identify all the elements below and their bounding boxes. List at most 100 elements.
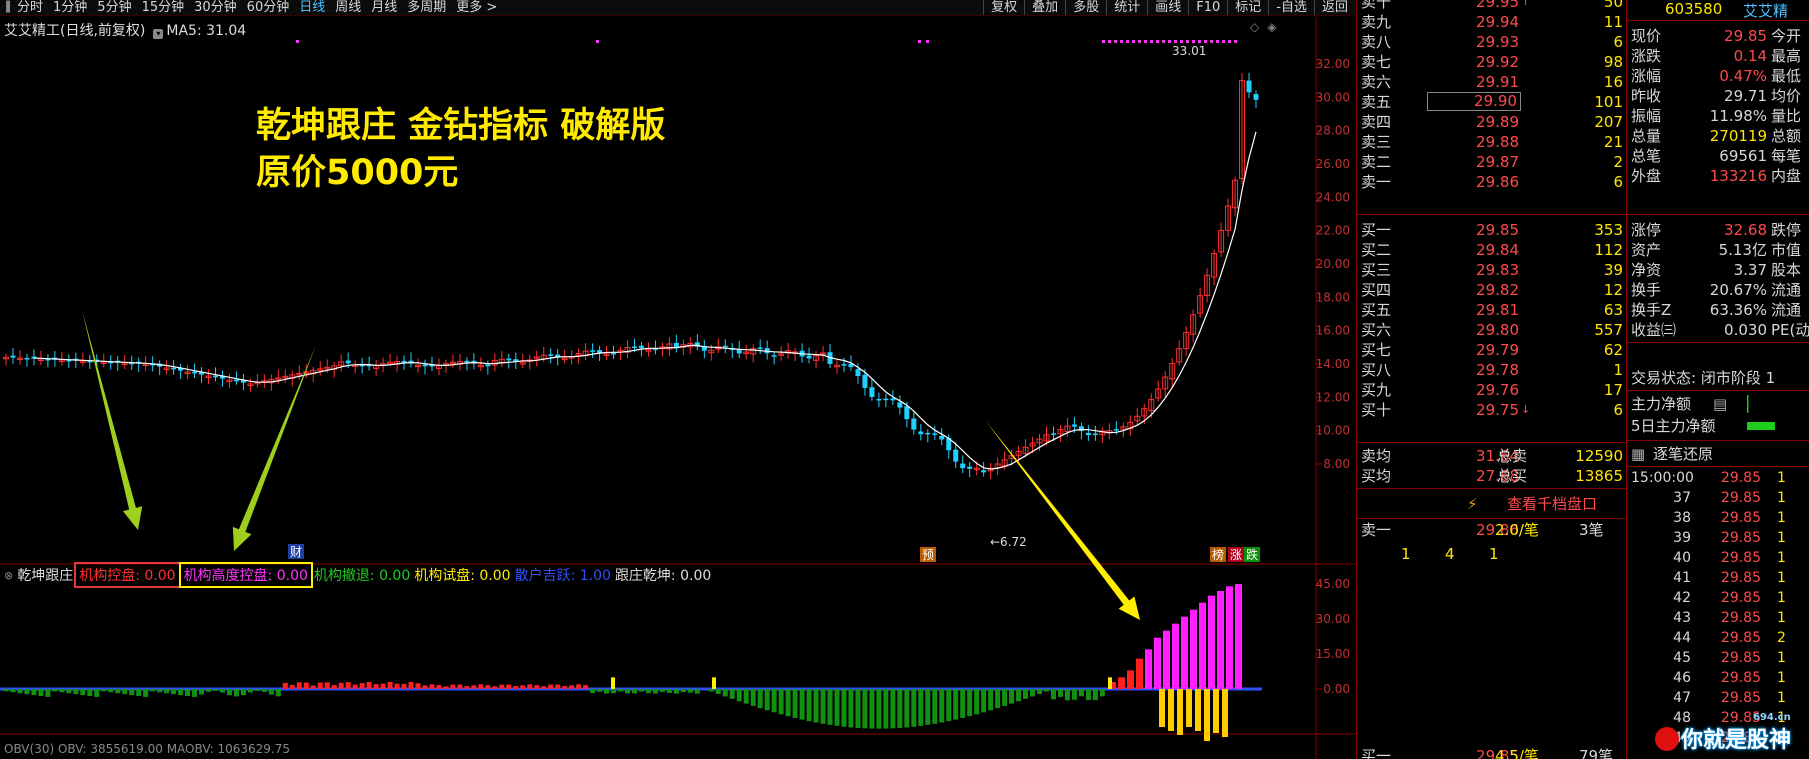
ask-row-4-price: 29.91 xyxy=(1476,73,1519,91)
info-sep-0 xyxy=(1627,20,1809,21)
bid-row-0-label: 买一 xyxy=(1361,221,1392,239)
indicator-bar xyxy=(771,689,777,713)
low-price-label: ←6.72 xyxy=(990,535,1027,549)
toolbar-button-7[interactable]: -自选 xyxy=(1268,0,1314,15)
marker-cai[interactable]: 财 xyxy=(290,545,302,559)
tick-price: 29.85 xyxy=(1720,590,1761,606)
bid-row-6[interactable]: 买七 29.79 62 xyxy=(1357,340,1626,360)
period-tab-2[interactable]: 5分钟 xyxy=(92,0,136,15)
signal-dot xyxy=(1114,40,1117,43)
indicator-bar xyxy=(443,686,449,689)
period-tab-9[interactable]: 多周期 xyxy=(402,0,451,15)
period-tab-6[interactable]: 日线 xyxy=(294,0,330,15)
bid-row-7[interactable]: 买八 29.78 1 xyxy=(1357,360,1626,380)
indicator-bar xyxy=(869,689,875,729)
toolbar-button-8[interactable]: 返回 xyxy=(1313,0,1355,15)
period-tab-8[interactable]: 月线 xyxy=(366,0,402,15)
candle-body xyxy=(485,364,491,367)
bid-row-8-label: 买九 xyxy=(1361,381,1392,399)
indicator-bar xyxy=(66,689,72,694)
ma-toggle-icon[interactable]: ▾ xyxy=(153,29,164,39)
indicator-bar xyxy=(52,689,58,692)
info-sep-4 xyxy=(1627,440,1809,441)
info-row2-0-label: 涨停 xyxy=(1631,221,1662,239)
indicator-bar xyxy=(925,689,931,725)
queue-value: 1 xyxy=(1489,545,1499,563)
bid-row-2-volume: 39 xyxy=(1603,261,1623,279)
bid-row-1[interactable]: 买二 29.84 112 xyxy=(1357,240,1626,260)
indicator-bar xyxy=(352,684,358,689)
ask-row-0-label: 卖十 xyxy=(1361,0,1392,11)
period-tab-1[interactable]: 1分钟 xyxy=(48,0,92,15)
indicator-bar xyxy=(583,685,589,689)
bid-row-9[interactable]: 买十 29.75 ↓ 6 xyxy=(1357,400,1626,420)
toolbar-button-6[interactable]: 标记 xyxy=(1227,0,1268,15)
info-sep-1 xyxy=(1627,214,1809,215)
toolbar-button-5[interactable]: F10 xyxy=(1188,0,1227,15)
indicator-tick-label: 30.00 xyxy=(1316,612,1350,626)
toolbar-button-2[interactable]: 多股 xyxy=(1065,0,1106,15)
marker-die[interactable]: 跌 xyxy=(1246,547,1258,562)
bid-row-2[interactable]: 买三 29.83 39 xyxy=(1357,260,1626,280)
ask-row-6-price: 29.89 xyxy=(1476,113,1519,131)
ask-row-2-volume: 6 xyxy=(1613,33,1623,51)
signal-dot xyxy=(1234,40,1237,43)
ask-row-9[interactable]: 卖一 29.86 6 xyxy=(1357,172,1626,192)
toolbar-button-4[interactable]: 画线 xyxy=(1147,0,1188,15)
marker-yu[interactable]: 预 xyxy=(922,548,934,562)
marker-zhang[interactable]: 涨 xyxy=(1230,547,1242,562)
period-tab-5[interactable]: 60分钟 xyxy=(242,0,295,15)
indicator-bar xyxy=(317,682,323,689)
thousand-level-button[interactable]: ⚡ 查看千档盘口 xyxy=(1357,494,1626,514)
info-row-2-value: 0.47% xyxy=(1719,67,1767,85)
candle-body xyxy=(422,364,428,367)
bid-row-0[interactable]: 买一 29.85 353 xyxy=(1357,220,1626,240)
ask-row-4[interactable]: 卖六 29.91 16 xyxy=(1357,72,1626,92)
ask-row-5[interactable]: 卖五 29.90 101 xyxy=(1357,92,1626,112)
toolbar-grip-icon[interactable]: ▐ xyxy=(0,1,12,15)
period-tab-4[interactable]: 30分钟 xyxy=(189,0,242,15)
period-tab-7[interactable]: 周线 xyxy=(330,0,366,15)
indicator-bar xyxy=(631,689,637,694)
ask-row-0[interactable]: 卖十 29.95 ↑ 50 xyxy=(1357,0,1626,12)
period-tab-0[interactable]: 分时 xyxy=(12,0,48,15)
main-net-icon[interactable]: ▤ xyxy=(1713,394,1727,414)
kline-chart[interactable]: 32.00 30.00 28.00 26.00 24.00 22.00 20.00 18.00… xyxy=(0,17,1355,759)
bid-row-5[interactable]: 买六 29.80 557 xyxy=(1357,320,1626,340)
toolbar-button-0[interactable]: 复权 xyxy=(983,0,1024,15)
ask-row-6[interactable]: 卖四 29.89 207 xyxy=(1357,112,1626,132)
signal-dot xyxy=(1228,40,1231,43)
ask-row-3[interactable]: 卖七 29.92 98 xyxy=(1357,52,1626,72)
tick-title-row[interactable]: ▦ 逐笔还原 xyxy=(1627,444,1809,464)
indicator-close-icon[interactable]: ⊗ xyxy=(4,569,13,582)
indicator-legend: ⊗ 乾坤跟庄 机构控盘: 0.00 机构高度控盘: 0.00 机构撤退: 0.00 机… xyxy=(4,562,719,588)
diamond-icon[interactable]: ◇ xyxy=(1250,20,1267,34)
indicator-name[interactable]: 乾坤跟庄 xyxy=(17,565,73,585)
period-tab-3[interactable]: 15分钟 xyxy=(137,0,190,15)
toolbar-button-3[interactable]: 统计 xyxy=(1106,0,1147,15)
info-row2-1-label: 资产 xyxy=(1631,241,1662,259)
marker-bang[interactable]: 榜 xyxy=(1212,547,1224,562)
ask-row-6-label: 卖四 xyxy=(1361,113,1392,131)
tick-price: 29.85 xyxy=(1720,610,1761,626)
bid-row-4[interactable]: 买五 29.81 63 xyxy=(1357,300,1626,320)
ask-row-2[interactable]: 卖八 29.93 6 xyxy=(1357,32,1626,52)
ask-row-7[interactable]: 卖三 29.88 21 xyxy=(1357,132,1626,152)
toolbar-button-1[interactable]: 叠加 xyxy=(1024,0,1065,15)
tick-row-7: 43 29.85 1 xyxy=(1627,608,1809,628)
ask-row-3-label: 卖七 xyxy=(1361,53,1392,71)
main-net-row[interactable]: 主力净额 ▤ ▏ xyxy=(1627,394,1809,414)
ask-row-1[interactable]: 卖九 29.94 11 xyxy=(1357,12,1626,32)
bid-row-3[interactable]: 买四 29.82 12 xyxy=(1357,280,1626,300)
tick-expand-icon[interactable]: ▦ xyxy=(1631,444,1645,464)
promo-text: 乾坤跟庄 金钻指标 破解版 原价5000元 xyxy=(256,103,665,197)
bid-row-8[interactable]: 买九 29.76 17 xyxy=(1357,380,1626,400)
ask-row-8[interactable]: 卖二 29.87 2 xyxy=(1357,152,1626,172)
indicator-bar xyxy=(1078,689,1084,697)
settings-icon[interactable]: ◈ xyxy=(1267,20,1284,34)
chart-corner-icons[interactable]: ◇◈ xyxy=(1250,20,1284,34)
period-tab-10[interactable]: 更多 > xyxy=(451,0,502,15)
indicator-rise-bar xyxy=(1226,586,1233,689)
tick-row-2: 38 29.85 1 xyxy=(1627,508,1809,528)
indicator-bar xyxy=(1016,689,1022,702)
